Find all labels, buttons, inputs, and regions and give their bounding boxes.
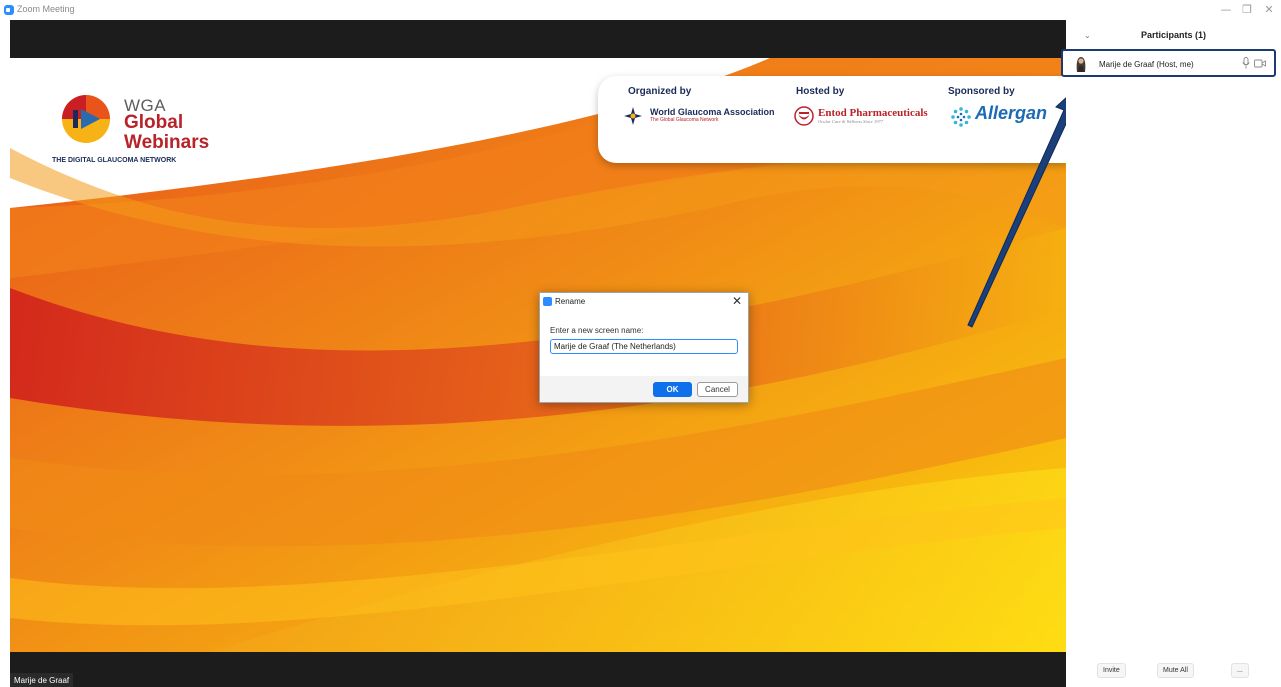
rename-dialog: Rename ✕ Enter a new screen name: OK Can…	[539, 292, 749, 403]
invite-button[interactable]: Invite	[1097, 663, 1126, 678]
zoom-dialog-icon	[543, 297, 552, 306]
microphone-icon[interactable]	[1242, 57, 1250, 69]
ok-button[interactable]: OK	[653, 382, 692, 397]
dialog-title: Rename	[555, 297, 586, 306]
zoom-window: Zoom Meeting — ❐ ✕ WGA Global Webinars T…	[0, 0, 1281, 687]
avatar	[1074, 55, 1088, 72]
participants-title: Participants (1)	[1140, 30, 1207, 40]
dialog-footer: OK Cancel	[540, 376, 748, 402]
participant-row[interactable]: Marije de Graaf (Host, me)	[1061, 49, 1276, 77]
video-camera-icon[interactable]	[1254, 59, 1266, 68]
participant-name: Marije de Graaf (Host, me)	[1099, 60, 1194, 69]
mute-all-button[interactable]: Mute All	[1157, 663, 1194, 678]
screen-name-label: Enter a new screen name:	[550, 326, 644, 335]
screen-name-input[interactable]	[550, 339, 738, 354]
participants-panel: ⌄ Participants (1) Marije de Graaf (Host…	[1061, 20, 1281, 687]
dialog-close-button[interactable]: ✕	[730, 294, 744, 308]
more-options-button[interactable]: ...	[1231, 663, 1249, 678]
cancel-button[interactable]: Cancel	[697, 382, 738, 397]
